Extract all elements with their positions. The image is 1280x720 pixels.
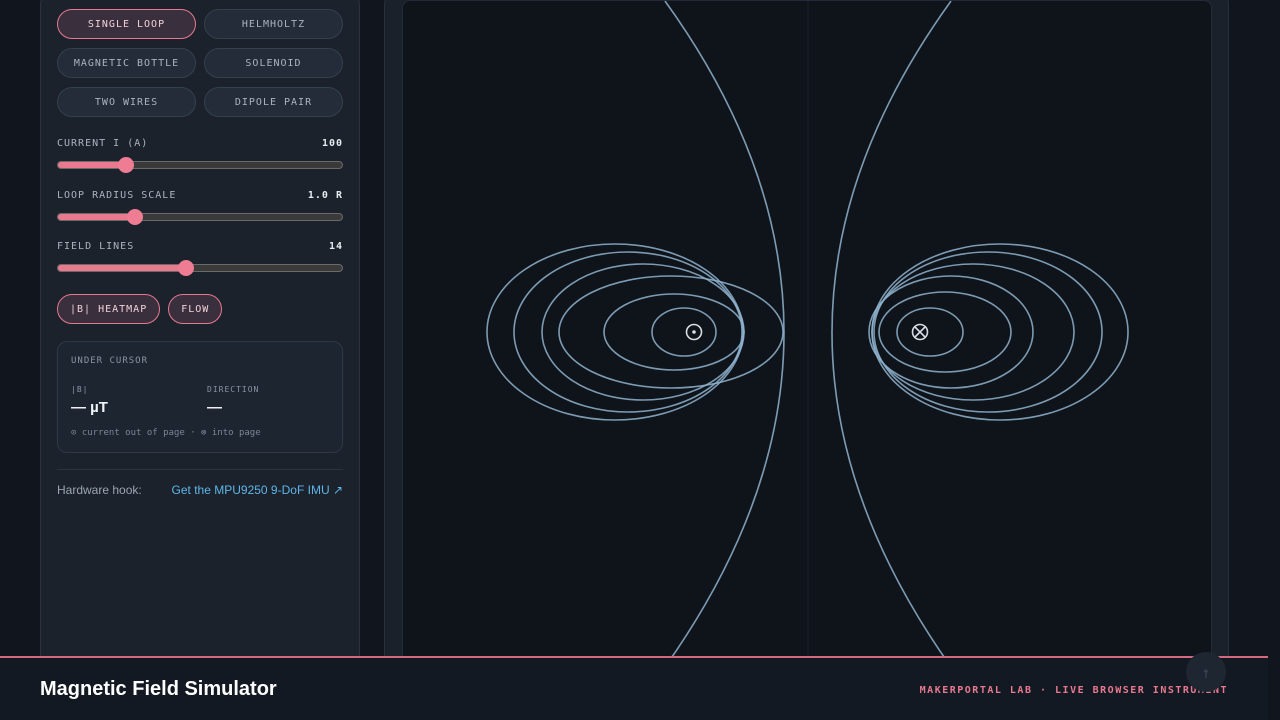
cursor-readout-title: UNDER CURSOR	[71, 356, 149, 366]
flow-toggle[interactable]: FLOW	[168, 294, 223, 324]
preset-magnetic-bottle-button[interactable]: MAGNETIC BOTTLE	[57, 48, 196, 78]
field-lines-slider-value: 14	[328, 241, 343, 252]
preset-buttons: SINGLE LOOP HELMHOLTZ MAGNETIC BOTTLE SO…	[57, 9, 343, 117]
field-magnitude-value: — µT	[71, 399, 108, 416]
current-slider-fill	[58, 162, 127, 168]
preset-single-loop-button[interactable]: SINGLE LOOP	[57, 9, 196, 39]
footer-bar: Magnetic Field Simulator MAKERPORTAL LAB…	[0, 656, 1268, 720]
scroll-to-top-button[interactable]: ↑	[1186, 652, 1226, 692]
arrow-up-icon: ↑	[1201, 662, 1211, 682]
direction-label: DIRECTION	[207, 385, 260, 394]
preset-two-wires-button[interactable]: TWO WIRES	[57, 87, 196, 117]
field-line-left-6	[651, 307, 717, 357]
field-line-left-4	[558, 275, 784, 389]
current-slider[interactable]	[57, 157, 343, 173]
imu-product-link[interactable]: Get the MPU9250 9-DoF IMU ↗	[172, 483, 343, 497]
field-line-outer-left	[664, 1, 785, 665]
cursor-readout-card: UNDER CURSOR |B| — µT DIRECTION — ⊙ curr…	[57, 341, 343, 453]
preset-dipole-pair-button[interactable]: DIPOLE PAIR	[204, 87, 343, 117]
direction-value: —	[207, 399, 222, 416]
field-lines-slider-block: FIELD LINES 14	[57, 241, 343, 276]
current-slider-thumb[interactable]	[118, 157, 135, 173]
field-lines-slider-label: FIELD LINES	[57, 241, 135, 252]
field-line-right-1	[871, 243, 1129, 421]
radius-slider-fill	[58, 214, 135, 220]
current-slider-value: 100	[321, 138, 343, 149]
radius-slider-label: LOOP RADIUS SCALE	[57, 190, 177, 201]
field-line-left-2	[513, 251, 743, 413]
hardware-hook-label: Hardware hook:	[57, 483, 142, 497]
heatmap-toggle[interactable]: |B| HEATMAP	[57, 294, 161, 324]
preset-solenoid-button[interactable]: SOLENOID	[204, 48, 343, 78]
app-title: Magnetic Field Simulator	[40, 678, 277, 700]
field-line-right-3	[871, 263, 1075, 401]
radius-slider-thumb[interactable]	[126, 209, 143, 225]
control-panel: SINGLE LOOP HELMHOLTZ MAGNETIC BOTTLE SO…	[40, 0, 360, 666]
field-line-right-6	[896, 307, 964, 357]
preset-helmholtz-button[interactable]: HELMHOLTZ	[204, 9, 343, 39]
radius-slider-value: 1.0 R	[307, 190, 343, 201]
current-slider-block: CURRENT I (A) 100	[57, 138, 343, 173]
current-slider-label: CURRENT I (A)	[57, 138, 149, 149]
current-out-of-page-icon	[685, 323, 703, 341]
current-into-page-icon	[911, 323, 929, 341]
divider	[57, 469, 343, 470]
field-line-left-3	[541, 263, 745, 401]
field-line-right-5	[878, 291, 1012, 373]
field-canvas[interactable]	[402, 0, 1212, 666]
radius-slider-block: LOOP RADIUS SCALE 1.0 R	[57, 190, 343, 225]
field-line-right-2	[873, 251, 1103, 413]
field-lines-slider-fill	[58, 265, 186, 271]
field-line-outer-right	[831, 1, 952, 665]
field-lines-slider-thumb[interactable]	[177, 260, 194, 276]
current-direction-legend: ⊙ current out of page · ⊗ into page	[71, 428, 261, 438]
field-line-left-5	[603, 293, 745, 371]
field-lines-slider[interactable]	[57, 260, 343, 276]
field-magnitude-label: |B|	[71, 385, 89, 394]
field-line-left-1	[486, 243, 744, 421]
footer-tagline: MAKERPORTAL LAB · LIVE BROWSER INSTRUMEN…	[919, 685, 1228, 696]
view-toggles: |B| HEATMAP FLOW	[57, 294, 223, 324]
field-lines-plot	[486, 1, 1129, 665]
radius-slider[interactable]	[57, 209, 343, 225]
